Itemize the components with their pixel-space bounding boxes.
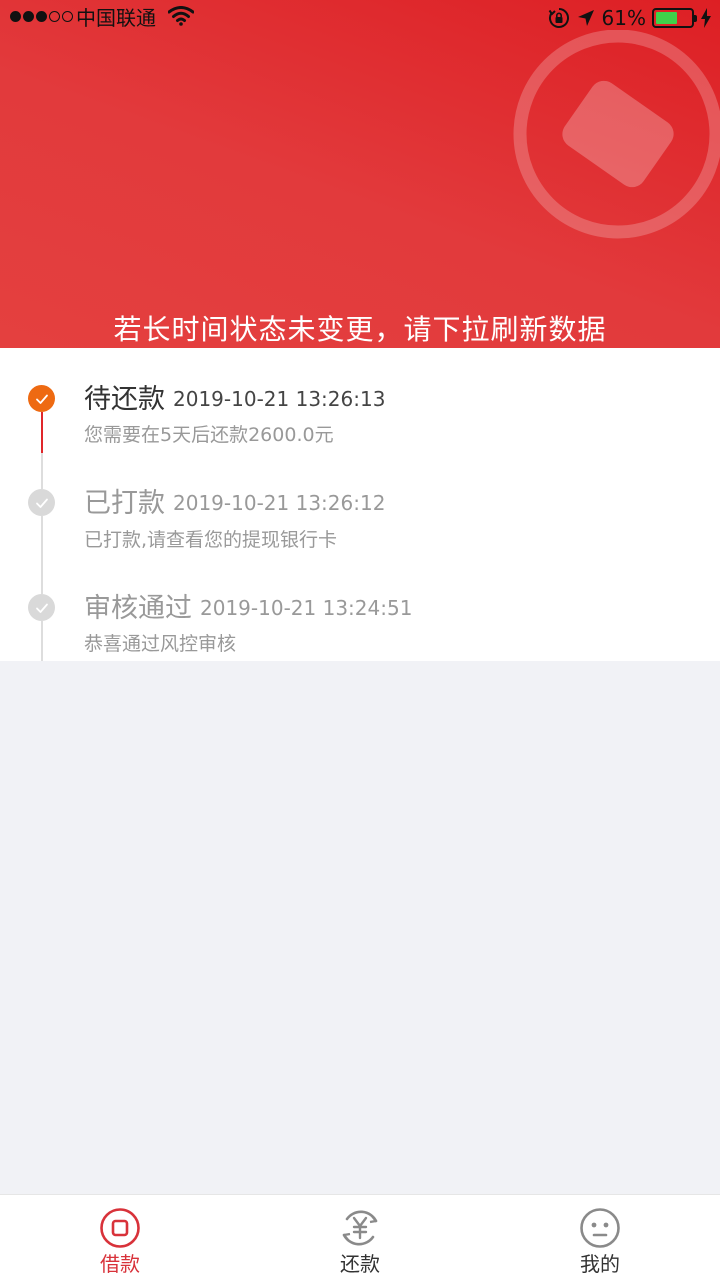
step-name: 审核通过 xyxy=(84,593,192,624)
wifi-icon xyxy=(168,6,194,26)
step-time: 2019-10-21 13:26:13 xyxy=(173,387,386,411)
check-circle-icon xyxy=(28,489,55,516)
step-name: 待还款 xyxy=(84,384,165,415)
step-description: 您需要在5天后还款2600.0元 xyxy=(84,424,334,446)
battery-percent: 61% xyxy=(601,6,646,30)
battery-icon xyxy=(652,8,697,28)
loan-icon xyxy=(100,1208,140,1248)
loan-status-timeline: 待还款 2019-10-21 13:26:13 您需要在5天后还款2600.0元 … xyxy=(0,348,720,661)
repay-yuan-icon xyxy=(342,1210,378,1246)
loan-logo-watermark-icon xyxy=(513,30,720,239)
location-arrow-icon xyxy=(577,10,594,26)
timeline-step-title: 审核通过 2019-10-21 13:24:51 xyxy=(84,590,412,627)
timeline-connector xyxy=(41,621,43,661)
step-time: 2019-10-21 13:26:12 xyxy=(173,491,386,515)
step-description: 恭喜通过风控审核 xyxy=(84,633,237,655)
timeline-item: 审核通过 2019-10-21 13:24:51 恭喜通过风控审核 xyxy=(0,558,720,661)
tab-mine[interactable]: 我的 xyxy=(480,1195,720,1280)
check-circle-icon xyxy=(28,385,55,412)
timeline-item: 已打款 2019-10-21 13:26:12 已打款,请查看您的提现银行卡 xyxy=(0,453,720,558)
check-circle-icon xyxy=(28,594,55,621)
charging-bolt-icon xyxy=(701,8,711,28)
timeline-step-title: 待还款 2019-10-21 13:26:13 xyxy=(84,381,385,418)
status-bar: 中国联通 61% xyxy=(0,0,720,36)
header-banner: 若长时间状态未变更，请下拉刷新数据 xyxy=(0,0,720,348)
signal-strength-icon xyxy=(10,11,73,22)
pull-to-refresh-tip: 若长时间状态未变更，请下拉刷新数据 xyxy=(113,313,607,346)
step-description: 已打款,请查看您的提现银行卡 xyxy=(84,529,338,551)
timeline-connector xyxy=(41,412,43,453)
tab-repay[interactable]: 还款 xyxy=(240,1195,480,1280)
tab-loan[interactable]: 借款 xyxy=(0,1195,240,1280)
step-time: 2019-10-21 13:24:51 xyxy=(200,596,413,620)
tab-loan-label: 借款 xyxy=(100,1252,140,1276)
battery-level-fill xyxy=(656,12,677,24)
carrier-name: 中国联通 xyxy=(76,6,156,30)
tab-mine-label: 我的 xyxy=(580,1252,620,1276)
bottom-tab-bar: 借款 还款 我的 xyxy=(0,1194,720,1280)
step-name: 已打款 xyxy=(84,488,165,519)
profile-face-icon xyxy=(580,1208,620,1248)
timeline-step-title: 已打款 2019-10-21 13:26:12 xyxy=(84,485,385,522)
timeline-connector xyxy=(41,453,43,489)
timeline-connector xyxy=(41,516,43,558)
timeline-connector xyxy=(41,558,43,594)
tab-repay-label: 还款 xyxy=(340,1252,380,1276)
timeline-item: 待还款 2019-10-21 13:26:13 您需要在5天后还款2600.0元 xyxy=(0,348,720,453)
rotation-lock-icon xyxy=(548,8,569,28)
